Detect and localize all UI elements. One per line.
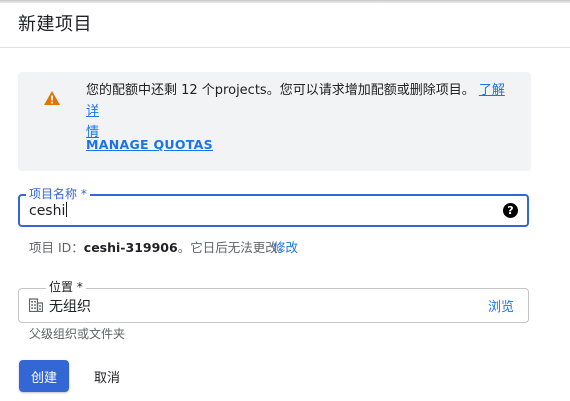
project-name-label: 项目名称 * (26, 186, 90, 202)
browse-button[interactable]: 浏览 (488, 296, 514, 315)
create-button[interactable]: 创建 (19, 360, 69, 392)
location-hint: 父级组织或文件夹 (29, 327, 126, 341)
edit-project-id-link[interactable]: 修改 (273, 237, 298, 256)
dialog-title: 新建项目 (18, 14, 92, 35)
project-id-prefix: 项目 ID： (29, 240, 84, 255)
warning-icon (44, 91, 60, 105)
manage-quotas-link[interactable]: MANAGE QUOTAS (86, 137, 213, 152)
quota-warning-banner: 您的配额中还剩 12 个projects。您可以请求增加配额或删除项目。 了解详… (18, 72, 531, 171)
quota-message-text: 您的配额中还剩 12 个projects。您可以请求增加配额或删除项目。 了解详… (86, 80, 516, 143)
organization-icon (29, 298, 43, 312)
location-field[interactable]: 位置 * 无组织 浏览 (18, 279, 529, 323)
project-name-value: ceshi (29, 203, 66, 219)
project-name-input[interactable]: ceshi (29, 202, 68, 219)
quota-message: 您的配额中还剩 12 个projects。您可以请求增加配额或删除项目。 (86, 83, 475, 98)
top-edge-shadow (0, 0, 570, 3)
location-label: 位置 * (46, 279, 86, 295)
title-divider (0, 47, 570, 48)
help-icon[interactable]: ? (503, 203, 518, 218)
text-cursor (66, 202, 68, 217)
project-id-info: 项目 ID：ceshi-319906。它日后无法更改。 (29, 237, 290, 256)
project-id-value: ceshi-319906 (83, 240, 178, 255)
location-value: 无组织 (49, 299, 91, 315)
cancel-button[interactable]: 取消 (84, 360, 130, 392)
project-name-field[interactable]: 项目名称 * ceshi ? (18, 186, 529, 227)
